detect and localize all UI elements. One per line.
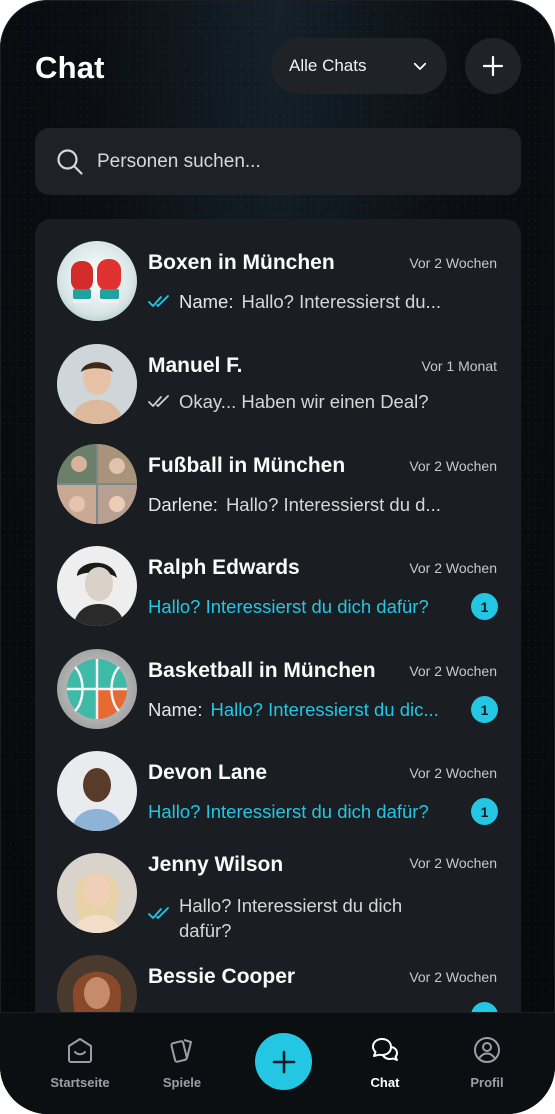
chat-message: Hallo? Interessierst du... (241, 291, 441, 312)
bottom-navigation: Startseite Spiele Chat Profil (0, 1012, 555, 1114)
nav-spiele[interactable]: Spiele (137, 1035, 227, 1090)
chat-preview: Name: Hallo? Interessierst du dic... (148, 699, 439, 721)
chat-time: Vor 2 Wochen (409, 765, 497, 781)
chat-time: Vor 1 Monat (421, 358, 498, 374)
avatar (57, 344, 137, 424)
chat-name: Boxen in München (148, 251, 335, 274)
nav-label: Chat (370, 1075, 400, 1090)
chat-name: Devon Lane (148, 761, 268, 784)
chevron-down-icon (413, 62, 427, 70)
nav-chat[interactable]: Chat (340, 1035, 430, 1090)
chat-name: Jenny Wilson (148, 853, 284, 876)
boxing-gloves-icon (71, 259, 121, 303)
chat-name: Manuel F. (148, 354, 243, 377)
nav-label: Startseite (50, 1075, 110, 1090)
chat-time: Vor 2 Wochen (409, 560, 497, 576)
read-receipt-icon (148, 295, 169, 307)
basketball-icon (67, 659, 127, 719)
nav-startseite[interactable]: Startseite (35, 1035, 125, 1090)
person-photo-icon (57, 751, 137, 831)
person-photo-icon (57, 344, 137, 424)
chat-message: Hallo? Interessierst du dich dafür? (148, 801, 429, 822)
page-title: Chat (35, 50, 105, 85)
chat-name: Bessie Cooper (148, 965, 296, 988)
phone-screen: Chat Alle Chats Box (0, 0, 555, 1114)
chat-preview: Darlene: Hallo? Interessierst du d... (148, 494, 441, 516)
chat-time: Vor 2 Wochen (409, 458, 497, 474)
chat-message-line2: dafür? (179, 920, 232, 941)
new-chat-button[interactable] (465, 38, 521, 94)
chat-list: Boxen in München Vor 2 Wochen Name: Hall… (35, 219, 521, 1114)
unread-badge: 1 (471, 798, 498, 825)
chat-message: Hallo? Interessierst du dich (179, 895, 403, 916)
chat-message: Hallo? Interessierst du d... (225, 494, 441, 515)
avatar (57, 751, 137, 831)
chat-message: Hallo? Interessierst du dich dafür? (148, 596, 429, 617)
read-receipt-icon (148, 907, 169, 919)
avatar (57, 241, 137, 321)
sent-receipt-icon (148, 395, 169, 407)
unread-badge: 1 (471, 593, 498, 620)
search-input[interactable] (97, 150, 457, 173)
chat-row[interactable]: Ralph Edwards Vor 2 Wochen Hallo? Intere… (35, 546, 521, 646)
avatar (57, 649, 137, 729)
chat-preview: Hallo? Interessierst du dich dafür? (148, 596, 429, 618)
chat-time: Vor 2 Wochen (409, 663, 497, 679)
nav-profil[interactable]: Profil (442, 1035, 532, 1090)
chat-filter-label: Alle Chats (289, 56, 367, 75)
home-icon (68, 1038, 92, 1063)
chat-row[interactable]: Jenny Wilson Vor 2 Wochen Hallo? Interes… (35, 853, 521, 963)
chat-preview: Okay... Haben wir einen Deal? (148, 391, 429, 413)
chat-row[interactable]: Manuel F. Vor 1 Monat Okay... Haben wir … (35, 344, 521, 444)
chat-row[interactable]: Boxen in München Vor 2 Wochen Name: Hall… (35, 241, 521, 341)
avatar (57, 546, 137, 626)
nav-label: Profil (470, 1075, 504, 1090)
person-photo-icon (57, 853, 137, 933)
person-photo-icon (57, 546, 137, 626)
chat-name: Ralph Edwards (148, 556, 300, 579)
group-photo-icon (57, 444, 137, 524)
search-bar (35, 128, 521, 195)
chat-message: Hallo? Interessierst du dic... (210, 699, 439, 720)
chat-time: Vor 2 Wochen (409, 969, 497, 985)
search-icon (57, 148, 83, 175)
chat-filter-dropdown[interactable]: Alle Chats (271, 38, 447, 94)
chat-name: Fußball in München (148, 454, 346, 477)
profile-icon (474, 1037, 500, 1063)
chat-preview: Hallo? Interessierst du dich dafür? (148, 893, 402, 943)
unread-badge: 1 (471, 696, 498, 723)
chat-message: Okay... Haben wir einen Deal? (179, 391, 429, 412)
chat-time: Vor 2 Wochen (409, 255, 497, 271)
nav-label: Spiele (162, 1075, 202, 1090)
plus-icon (482, 55, 504, 77)
create-button[interactable] (255, 1033, 312, 1090)
chat-row[interactable]: Fußball in München Vor 2 Wochen Darlene:… (35, 444, 521, 544)
avatar (57, 853, 137, 933)
chat-preview: Name: Hallo? Interessierst du... (148, 291, 441, 313)
chat-preview: Hallo? Interessierst du dich dafür? (148, 801, 429, 823)
chat-sender: Name: (179, 291, 234, 312)
chat-bubbles-icon (372, 1038, 398, 1061)
chat-time: Vor 2 Wochen (409, 855, 497, 871)
chat-sender: Darlene: (148, 494, 218, 515)
chat-sender: Name: (148, 699, 203, 720)
chat-row[interactable]: Devon Lane Vor 2 Wochen Hallo? Interessi… (35, 751, 521, 851)
chat-row[interactable]: Basketball in München Vor 2 Wochen Name:… (35, 649, 521, 749)
plus-icon (272, 1050, 295, 1073)
chat-name: Basketball in München (148, 659, 376, 682)
avatar (57, 444, 137, 524)
header: Chat Alle Chats (0, 0, 555, 110)
cards-icon (170, 1039, 192, 1063)
